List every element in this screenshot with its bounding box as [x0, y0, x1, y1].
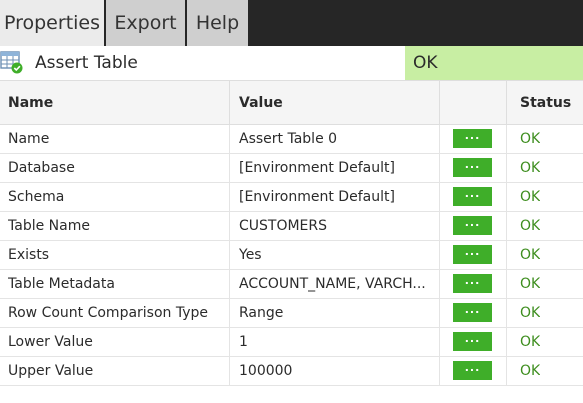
table-row[interactable]: Name Assert Table 0 ... OK: [0, 125, 583, 154]
column-divider: [439, 154, 440, 182]
column-divider: [506, 270, 507, 298]
column-divider: [439, 183, 440, 211]
edit-property-button[interactable]: ...: [453, 332, 492, 351]
tab-properties[interactable]: Properties: [0, 0, 104, 46]
table-row[interactable]: Upper Value 100000 ... OK: [0, 357, 583, 386]
edit-property-button[interactable]: ...: [453, 187, 492, 206]
column-divider: [439, 270, 440, 298]
table-row[interactable]: Schema [Environment Default] ... OK: [0, 183, 583, 212]
column-divider: [439, 299, 440, 327]
property-status: OK: [520, 276, 541, 292]
column-divider: [229, 81, 230, 125]
properties-table: Name Value Status Name Assert Table 0 ..…: [0, 80, 583, 386]
column-divider: [229, 125, 230, 153]
column-header-name: Name: [8, 95, 54, 111]
property-name: Schema: [8, 189, 65, 205]
tab-bar: Properties Export Help: [0, 0, 583, 46]
table-row[interactable]: Table Metadata ACCOUNT_NAME, VARCH... ..…: [0, 270, 583, 299]
table-row[interactable]: Table Name CUSTOMERS ... OK: [0, 212, 583, 241]
edit-property-button[interactable]: ...: [453, 216, 492, 235]
property-name: Table Metadata: [8, 276, 115, 292]
property-status: OK: [520, 247, 541, 263]
property-name: Exists: [8, 247, 50, 263]
edit-property-button[interactable]: ...: [453, 129, 492, 148]
column-divider: [229, 270, 230, 298]
property-name: Upper Value: [8, 363, 94, 379]
property-name: Row Count Comparison Type: [8, 305, 209, 321]
property-status: OK: [520, 160, 541, 176]
column-divider: [229, 328, 230, 356]
column-divider: [506, 357, 507, 385]
column-divider: [506, 183, 507, 211]
column-divider: [439, 328, 440, 356]
table-check-icon: [0, 50, 24, 74]
tab-help[interactable]: Help: [187, 0, 248, 46]
column-divider: [439, 81, 440, 125]
column-divider: [506, 212, 507, 240]
edit-property-button[interactable]: ...: [453, 361, 492, 380]
edit-property-button[interactable]: ...: [453, 303, 492, 322]
column-divider: [506, 125, 507, 153]
table-row[interactable]: Row Count Comparison Type Range ... OK: [0, 299, 583, 328]
component-header: Assert Table OK: [0, 46, 583, 80]
property-name: Table Name: [8, 218, 90, 234]
column-divider: [229, 154, 230, 182]
column-divider: [506, 81, 507, 125]
property-status: OK: [520, 218, 541, 234]
property-status: OK: [520, 334, 541, 350]
column-header-value: Value: [239, 95, 283, 111]
property-value[interactable]: [Environment Default]: [239, 154, 429, 182]
property-value[interactable]: Assert Table 0: [239, 125, 429, 153]
property-value[interactable]: ACCOUNT_NAME, VARCH...: [239, 270, 429, 298]
edit-property-button[interactable]: ...: [453, 245, 492, 264]
column-divider: [229, 299, 230, 327]
property-value[interactable]: CUSTOMERS: [239, 212, 429, 240]
property-value[interactable]: 100000: [239, 357, 429, 385]
column-divider: [506, 299, 507, 327]
column-divider: [439, 241, 440, 269]
column-divider: [439, 125, 440, 153]
column-divider: [229, 212, 230, 240]
property-status: OK: [520, 363, 541, 379]
column-divider: [506, 328, 507, 356]
component-title: Assert Table: [35, 53, 138, 73]
tab-export[interactable]: Export: [106, 0, 185, 46]
property-value[interactable]: Range: [239, 299, 429, 327]
property-value[interactable]: [Environment Default]: [239, 183, 429, 211]
property-name: Name: [8, 131, 50, 147]
column-divider: [439, 357, 440, 385]
property-value[interactable]: Yes: [239, 241, 429, 269]
property-value[interactable]: 1: [239, 328, 429, 356]
table-row[interactable]: Database [Environment Default] ... OK: [0, 154, 583, 183]
property-status: OK: [520, 131, 541, 147]
column-divider: [506, 241, 507, 269]
column-divider: [229, 241, 230, 269]
property-name: Lower Value: [8, 334, 93, 350]
edit-property-button[interactable]: ...: [453, 274, 492, 293]
column-header-status: Status: [520, 95, 572, 111]
table-row[interactable]: Exists Yes ... OK: [0, 241, 583, 270]
column-divider: [439, 212, 440, 240]
property-status: OK: [520, 305, 541, 321]
component-status-banner: OK: [405, 46, 583, 80]
table-header: Name Value Status: [0, 80, 583, 125]
edit-property-button[interactable]: ...: [453, 158, 492, 177]
column-divider: [229, 357, 230, 385]
column-divider: [229, 183, 230, 211]
column-divider: [506, 154, 507, 182]
property-status: OK: [520, 189, 541, 205]
table-row[interactable]: Lower Value 1 ... OK: [0, 328, 583, 357]
property-name: Database: [8, 160, 75, 176]
